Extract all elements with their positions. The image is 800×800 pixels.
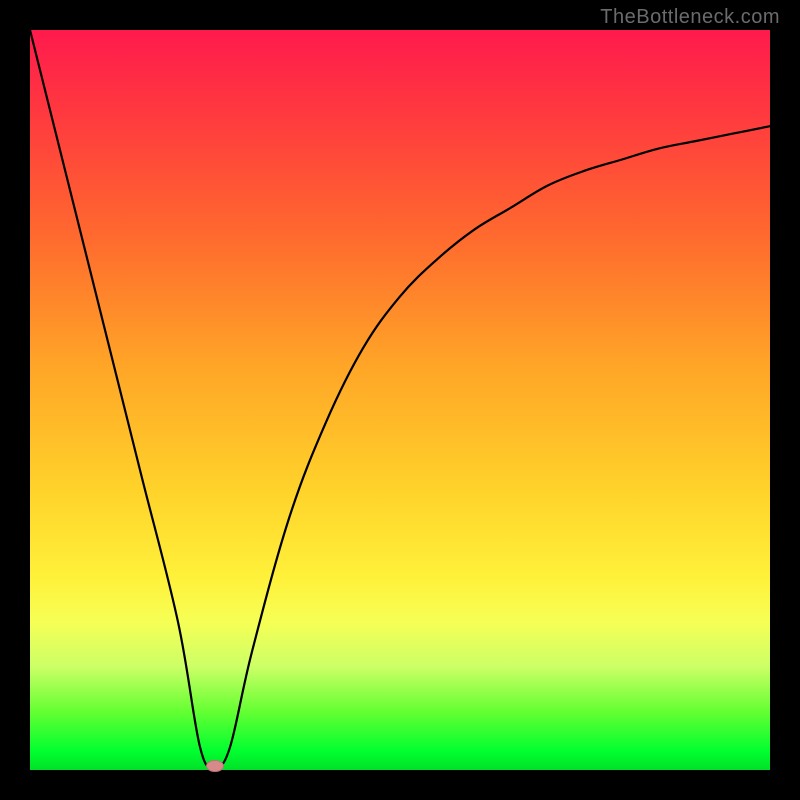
bottleneck-curve [30,30,770,770]
chart-frame: TheBottleneck.com [0,0,800,800]
plot-area [30,30,770,770]
watermark-text: TheBottleneck.com [600,6,780,29]
minimum-marker [206,760,224,772]
